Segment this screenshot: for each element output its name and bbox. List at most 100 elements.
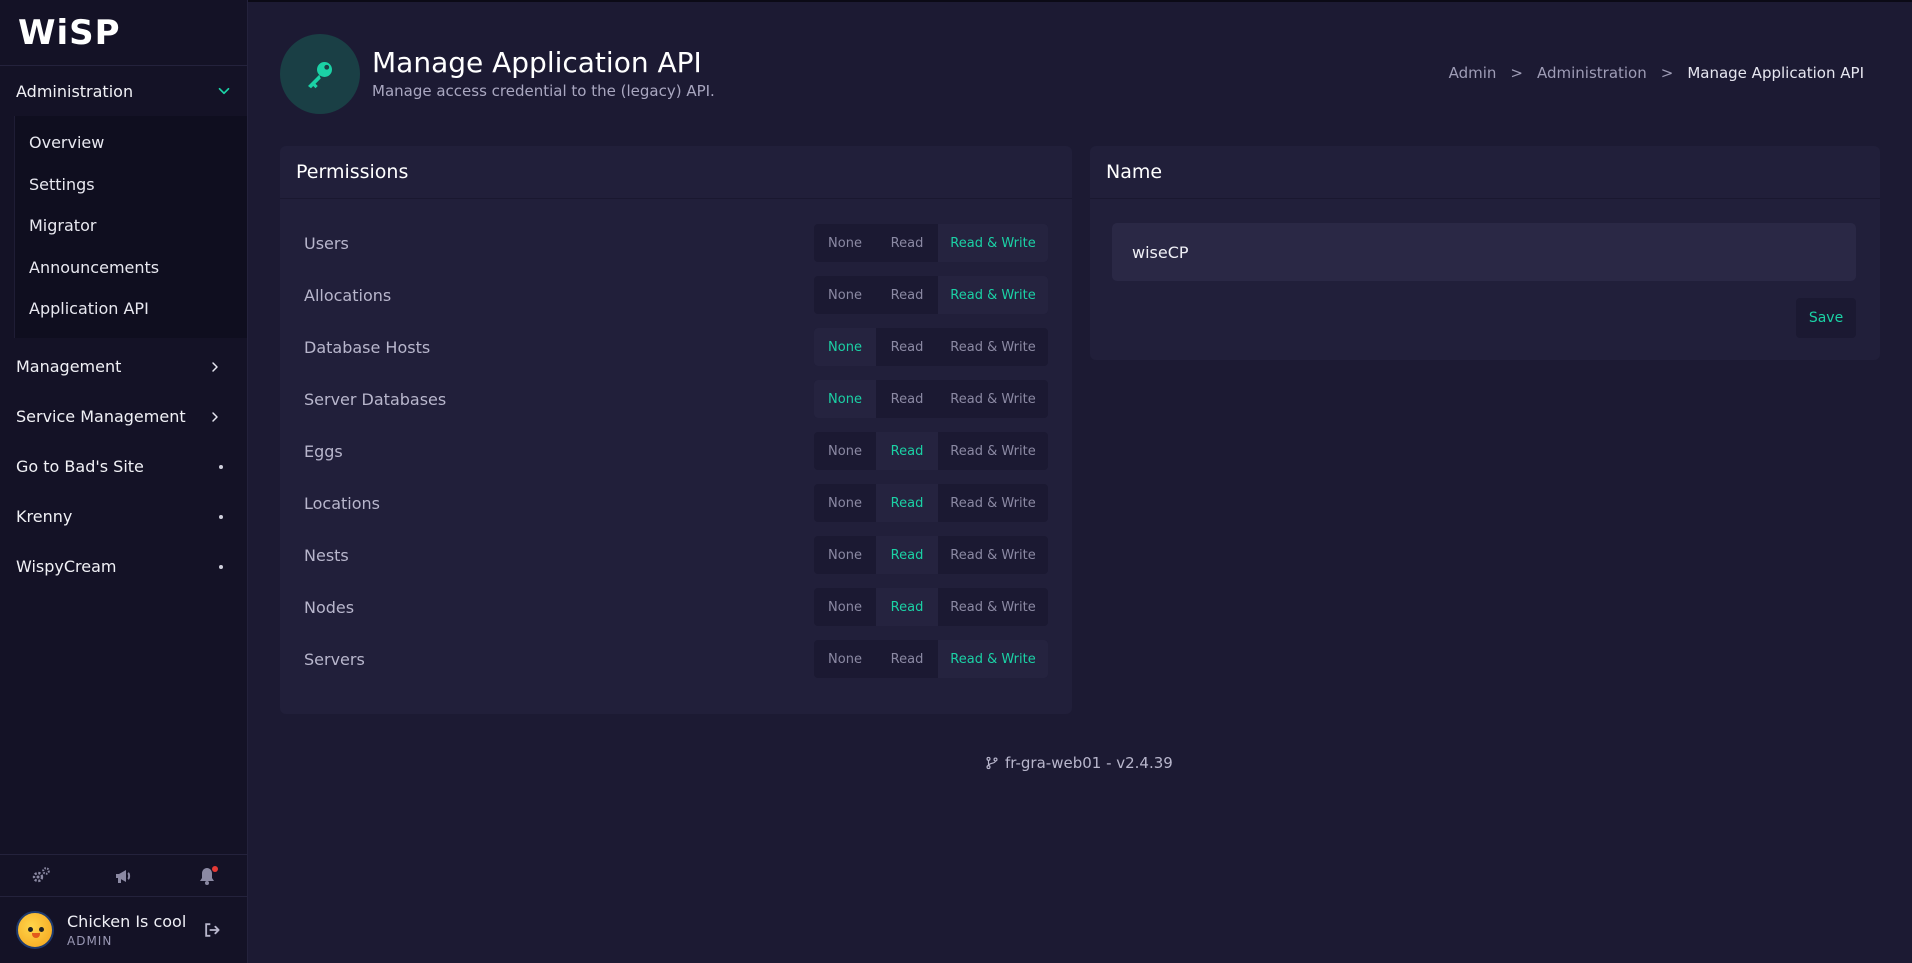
name-input[interactable]: wiseCP xyxy=(1112,223,1856,281)
nav-management[interactable]: Management xyxy=(0,342,247,392)
permission-toggle-group: None Read Read & Write xyxy=(814,640,1048,678)
permission-option-read[interactable]: Read xyxy=(876,484,938,522)
save-button[interactable]: Save xyxy=(1796,298,1856,338)
breadcrumb: Admin > Administration > Manage Applicat… xyxy=(1449,64,1864,82)
nav-label: Go to Bad's Site xyxy=(16,457,144,476)
permission-option-none[interactable]: None xyxy=(814,276,876,314)
sidebar-item-migrator[interactable]: Migrator xyxy=(15,205,247,247)
sidebar: WiSP Administration Overview Settings Mi… xyxy=(0,0,248,963)
gears-icon[interactable] xyxy=(29,864,53,888)
chevron-right-icon xyxy=(212,361,218,372)
breadcrumb-separator: > xyxy=(1510,64,1523,82)
permission-toggle-group: None Read Read & Write xyxy=(814,224,1048,262)
nav-wispycream[interactable]: WispyCream xyxy=(0,542,247,592)
sidebar-item-label: Application API xyxy=(29,299,149,319)
permission-row: Locations None Read Read & Write xyxy=(280,477,1072,529)
bell-icon[interactable] xyxy=(195,864,219,888)
name-title: Name xyxy=(1090,146,1880,199)
permission-option-read[interactable]: Read xyxy=(876,536,938,574)
page-title: Manage Application API xyxy=(372,46,702,79)
sidebar-item-settings[interactable]: Settings xyxy=(15,164,247,206)
notification-dot xyxy=(211,865,218,872)
nav-administration[interactable]: Administration xyxy=(0,66,247,116)
user-info: Chicken Is cool ADMIN xyxy=(67,912,186,948)
permission-option-read[interactable]: Read xyxy=(876,588,938,626)
permission-option-read[interactable]: Read xyxy=(876,276,938,314)
permission-label: Nests xyxy=(304,545,349,565)
permission-label: Locations xyxy=(304,493,381,513)
permission-option-none[interactable]: None xyxy=(814,328,876,366)
permission-label: Server Databases xyxy=(304,389,447,409)
nav-label: WispyCream xyxy=(16,557,117,576)
nav-label: Krenny xyxy=(16,507,73,526)
version-footer: fr-gra-web01 - v2.4.39 xyxy=(985,754,1173,772)
page-subtitle: Manage access credential to the (legacy)… xyxy=(372,82,715,100)
permission-label: Nodes xyxy=(304,597,355,617)
nav-list: Management Service Management Go to Bad'… xyxy=(0,342,247,592)
permission-option-read[interactable]: Read xyxy=(876,328,938,366)
permissions-panel: Permissions Users None Read Read & Write All… xyxy=(280,146,1072,714)
nav-label: Management xyxy=(16,357,122,376)
git-branch-icon xyxy=(986,756,998,770)
sidebar-item-overview[interactable]: Overview xyxy=(15,122,247,164)
user-name: Chicken Is cool xyxy=(67,912,187,931)
permission-option-none[interactable]: None xyxy=(814,484,876,522)
permission-toggle-group: None Read Read & Write xyxy=(814,588,1048,626)
breadcrumb-admin[interactable]: Admin xyxy=(1449,64,1497,82)
user-role: ADMIN xyxy=(67,934,113,948)
administration-submenu: Overview Settings Migrator Announcements… xyxy=(14,116,247,338)
permission-toggle-group: None Read Read & Write xyxy=(814,328,1048,366)
sidebar-item-label: Announcements xyxy=(29,257,160,277)
nav-service-management[interactable]: Service Management xyxy=(0,392,247,442)
nav-bads-site[interactable]: Go to Bad's Site xyxy=(0,442,247,492)
permission-option-read[interactable]: Read xyxy=(876,224,938,262)
permission-option-read-write[interactable]: Read & Write xyxy=(938,432,1048,470)
permission-row: Nests None Read Read & Write xyxy=(280,529,1072,581)
sidebar-item-label: Migrator xyxy=(29,216,97,236)
permission-option-read-write[interactable]: Read & Write xyxy=(938,484,1048,522)
permission-option-read-write[interactable]: Read & Write xyxy=(938,380,1048,418)
sidebar-item-announcements[interactable]: Announcements xyxy=(15,247,247,289)
permission-option-read-write[interactable]: Read & Write xyxy=(938,276,1048,314)
logout-icon[interactable] xyxy=(202,920,222,940)
permission-option-read-write[interactable]: Read & Write xyxy=(938,224,1048,262)
permission-option-read-write[interactable]: Read & Write xyxy=(938,328,1048,366)
permission-option-none[interactable]: None xyxy=(814,380,876,418)
permission-toggle-group: None Read Read & Write xyxy=(814,536,1048,574)
permission-row: Servers None Read Read & Write xyxy=(280,633,1072,685)
permission-toggle-group: None Read Read & Write xyxy=(814,276,1048,314)
permission-option-read-write[interactable]: Read & Write xyxy=(938,536,1048,574)
permission-option-none[interactable]: None xyxy=(814,588,876,626)
permission-row: Database Hosts None Read Read & Write xyxy=(280,321,1072,373)
page-header: Manage Application API Manage access cre… xyxy=(280,34,1880,114)
megaphone-icon[interactable] xyxy=(112,864,136,888)
breadcrumb-administration[interactable]: Administration xyxy=(1537,64,1647,82)
logo-text: WiSP xyxy=(18,12,121,53)
permission-option-read-write[interactable]: Read & Write xyxy=(938,640,1048,678)
logo[interactable]: WiSP xyxy=(0,0,247,66)
permission-label: Allocations xyxy=(304,285,392,305)
nav-krenny[interactable]: Krenny xyxy=(0,492,247,542)
permission-option-none[interactable]: None xyxy=(814,536,876,574)
permission-toggle-group: None Read Read & Write xyxy=(814,380,1048,418)
chevron-down-icon xyxy=(218,87,230,95)
permission-option-none[interactable]: None xyxy=(814,224,876,262)
permission-toggle-group: None Read Read & Write xyxy=(814,432,1048,470)
permission-option-read-write[interactable]: Read & Write xyxy=(938,588,1048,626)
user-card: Chicken Is cool ADMIN xyxy=(0,897,248,963)
name-input-value: wiseCP xyxy=(1132,242,1189,262)
permission-option-read[interactable]: Read xyxy=(876,432,938,470)
permission-label: Database Hosts xyxy=(304,337,431,357)
permission-option-read[interactable]: Read xyxy=(876,640,938,678)
breadcrumb-separator: > xyxy=(1660,64,1674,82)
permission-row: Nodes None Read Read & Write xyxy=(280,581,1072,633)
sidebar-item-label: Overview xyxy=(29,133,105,153)
permission-option-none[interactable]: None xyxy=(814,640,876,678)
save-button-label: Save xyxy=(1808,310,1844,326)
sidebar-item-application-api[interactable]: Application API xyxy=(15,288,247,330)
avatar[interactable] xyxy=(16,911,54,949)
top-border xyxy=(0,0,1912,2)
permission-option-none[interactable]: None xyxy=(814,432,876,470)
permission-toggle-group: None Read Read & Write xyxy=(814,484,1048,522)
permission-option-read[interactable]: Read xyxy=(876,380,938,418)
